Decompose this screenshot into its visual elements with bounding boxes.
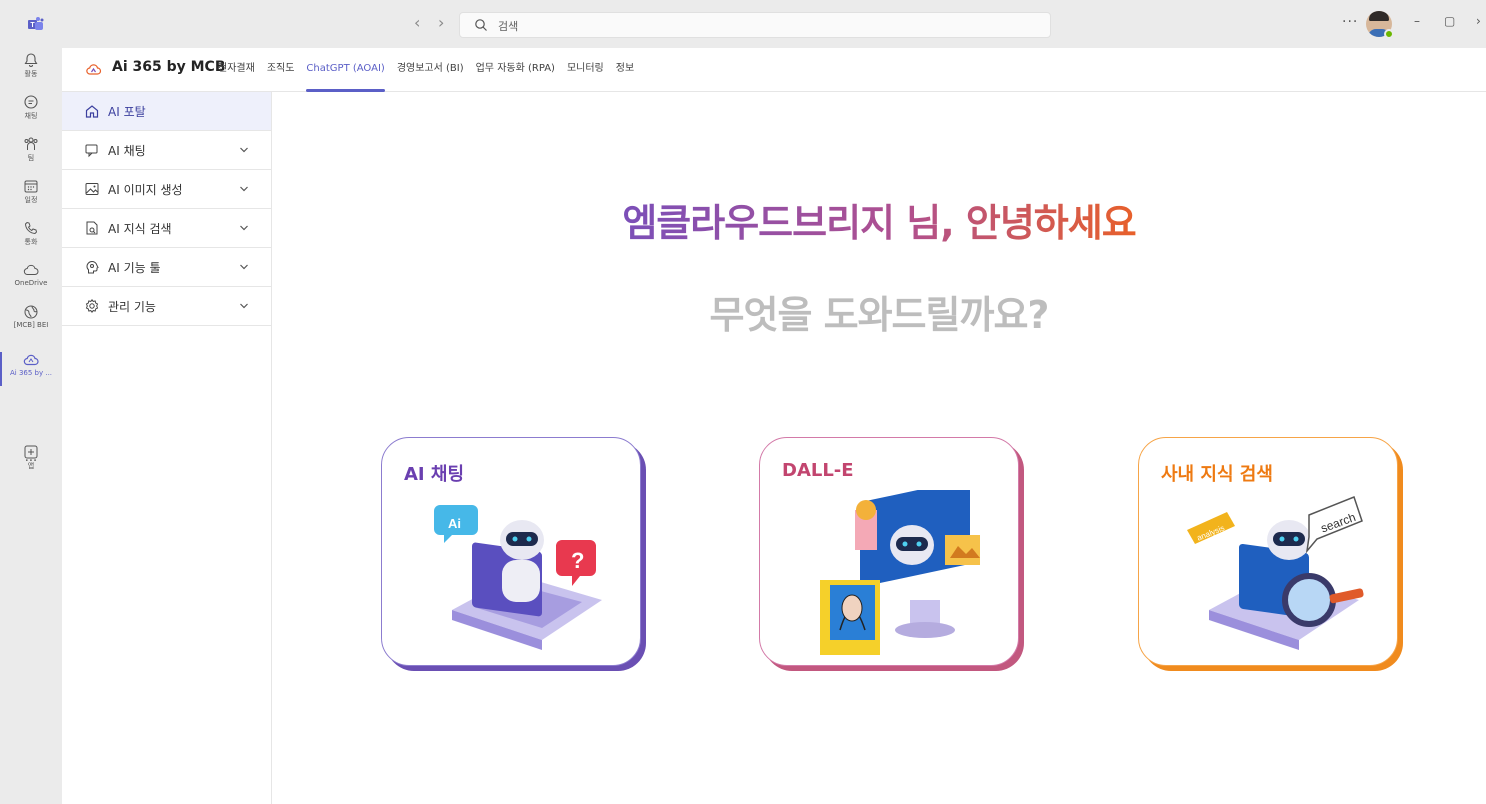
card-title: 사내 지식 검색 (1161, 464, 1273, 485)
chevron-down-icon[interactable] (239, 145, 249, 155)
forward-arrow-icon[interactable]: › (438, 14, 444, 32)
rail-label: 통화 (24, 238, 38, 246)
rail-label: OneDrive (14, 279, 48, 287)
greeting-heading: 엠클라우드브리지 님, 안녕하세요 (622, 201, 1136, 245)
app-name: Ai 365 by MCB (112, 59, 226, 75)
rail-label: 활동 (24, 70, 38, 78)
calendar-icon (24, 180, 38, 193)
robot-chat-illustration: Ai ? (434, 505, 602, 650)
nav-item-label: AI 채팅 (108, 143, 146, 158)
chevron-down-icon[interactable] (239, 301, 249, 311)
chevron-down-icon[interactable] (239, 223, 249, 233)
rail-label: 일정 (24, 196, 38, 204)
nav-item-ai-chat[interactable]: AI 채팅 (62, 131, 271, 170)
content-area: AI 포탈 AI 채팅 AI 이미지 생성 AI 지식 검색 AI 기능 툴 관… (62, 92, 1486, 804)
nav-item-ai-portal[interactable]: AI 포탈 (62, 92, 271, 131)
phone-icon (24, 221, 38, 235)
nav-item-label: AI 지식 검색 (108, 221, 172, 236)
chevron-down-icon[interactable] (239, 262, 249, 272)
presence-status-icon (1384, 29, 1394, 39)
sub-greeting: 무엇을 도와드릴까요? (709, 293, 1050, 337)
image-icon (85, 183, 99, 195)
tab-bi-report[interactable]: 경영보고서 (BI) (397, 48, 464, 92)
rail-label: 팀 (27, 154, 35, 162)
minimize-button[interactable]: – (1414, 14, 1420, 28)
app-rail: 활동 채팅 팀 일정 통화 OneDrive [MCB] BEI Ai 365 … (0, 48, 62, 804)
rail-label: [MCB] BEI (13, 321, 49, 329)
nav-item-label: AI 기능 툴 (108, 260, 161, 275)
tab-org-chart[interactable]: 조직도 (267, 48, 295, 92)
ai-chat-card[interactable]: AI 채팅 Ai ? (381, 437, 641, 666)
side-nav: AI 포탈 AI 채팅 AI 이미지 생성 AI 지식 검색 AI 기능 툴 관… (62, 92, 272, 804)
teams-logo-icon[interactable]: T (28, 17, 44, 31)
teams-icon (24, 137, 38, 150)
tab-bar: 전자결재 조직도 ChatGPT (AOAI) 경영보고서 (BI) 업무 자동… (218, 48, 646, 92)
rail-label: 채팅 (24, 112, 38, 120)
search-icon (475, 19, 487, 31)
home-icon (85, 105, 99, 118)
back-arrow-icon[interactable]: ‹ (414, 14, 420, 32)
search-input[interactable]: 검색 (459, 12, 1051, 38)
svg-text:Ai: Ai (448, 516, 461, 531)
rail-item-calls[interactable]: 통화 (0, 216, 62, 258)
nav-item-admin[interactable]: 관리 기능 (62, 287, 271, 326)
nav-item-label: AI 이미지 생성 (108, 182, 183, 197)
robot-art-illustration (820, 490, 980, 655)
maximize-button[interactable]: ▢ (1444, 14, 1455, 28)
svg-text:T: T (30, 22, 35, 29)
rail-item-teams[interactable]: 팀 (0, 132, 62, 174)
card-title: DALL-E (782, 460, 854, 481)
add-app-icon (24, 445, 38, 459)
nav-item-label: AI 포탈 (108, 104, 146, 119)
chevron-down-icon[interactable] (239, 184, 249, 194)
rail-item-activity[interactable]: 활동 (0, 48, 62, 90)
nav-item-ai-knowledge-search[interactable]: AI 지식 검색 (62, 209, 271, 248)
tab-info[interactable]: 정보 (616, 48, 634, 92)
search-placeholder: 검색 (498, 20, 519, 33)
rail-item-ai365[interactable]: Ai 365 by ... (0, 348, 62, 390)
rail-item-calendar[interactable]: 일정 (0, 174, 62, 216)
rail-item-bei[interactable]: [MCB] BEI (0, 300, 62, 342)
gear-icon (85, 298, 99, 314)
globe-icon (24, 305, 38, 319)
rail-item-apps[interactable]: 앱 (0, 440, 62, 482)
title-bar: T ‹ › 검색 ··· – ▢ › (0, 0, 1486, 48)
nav-item-ai-image[interactable]: AI 이미지 생성 (62, 170, 271, 209)
rail-label: Ai 365 by ... (9, 369, 53, 377)
robot-search-illustration: analysis search (1187, 496, 1364, 650)
nav-item-ai-tools[interactable]: AI 기능 툴 (62, 248, 271, 287)
rail-label: 앱 (27, 462, 35, 470)
rail-item-chat[interactable]: 채팅 (0, 90, 62, 132)
tab-chatgpt[interactable]: ChatGPT (AOAI) (306, 48, 386, 92)
tab-monitoring[interactable]: 모니터링 (567, 48, 604, 92)
portal-main: 엠클라우드브리지 님, 안녕하세요 무엇을 도와드릴까요? AI 채팅 Ai ? (272, 92, 1486, 804)
cloud-icon (23, 264, 39, 275)
card-title: AI 채팅 (404, 464, 465, 485)
tab-rpa[interactable]: 업무 자동화 (RPA) (476, 48, 555, 92)
chat-bubble-icon (85, 144, 98, 158)
doc-search-icon (86, 221, 98, 235)
dalle-card[interactable]: DALL-E (759, 437, 1019, 666)
knowledge-search-card[interactable]: 사내 지식 검색 analysis search (1138, 437, 1398, 666)
nav-item-label: 관리 기능 (108, 299, 156, 314)
more-options-button[interactable]: ··· (1342, 14, 1358, 30)
app-header: Ai 365 by MCB 전자결재 조직도 ChatGPT (AOAI) 경영… (62, 48, 1486, 92)
rail-item-onedrive[interactable]: OneDrive (0, 258, 62, 300)
close-button[interactable]: › (1476, 14, 1481, 28)
chat-icon (24, 95, 38, 109)
bell-icon (24, 53, 38, 67)
brain-icon (86, 260, 99, 274)
tab-approval[interactable]: 전자결재 (218, 48, 255, 92)
svg-text:?: ? (571, 548, 584, 573)
ai365-logo-icon (86, 64, 102, 75)
cloud-app-icon (23, 354, 39, 366)
